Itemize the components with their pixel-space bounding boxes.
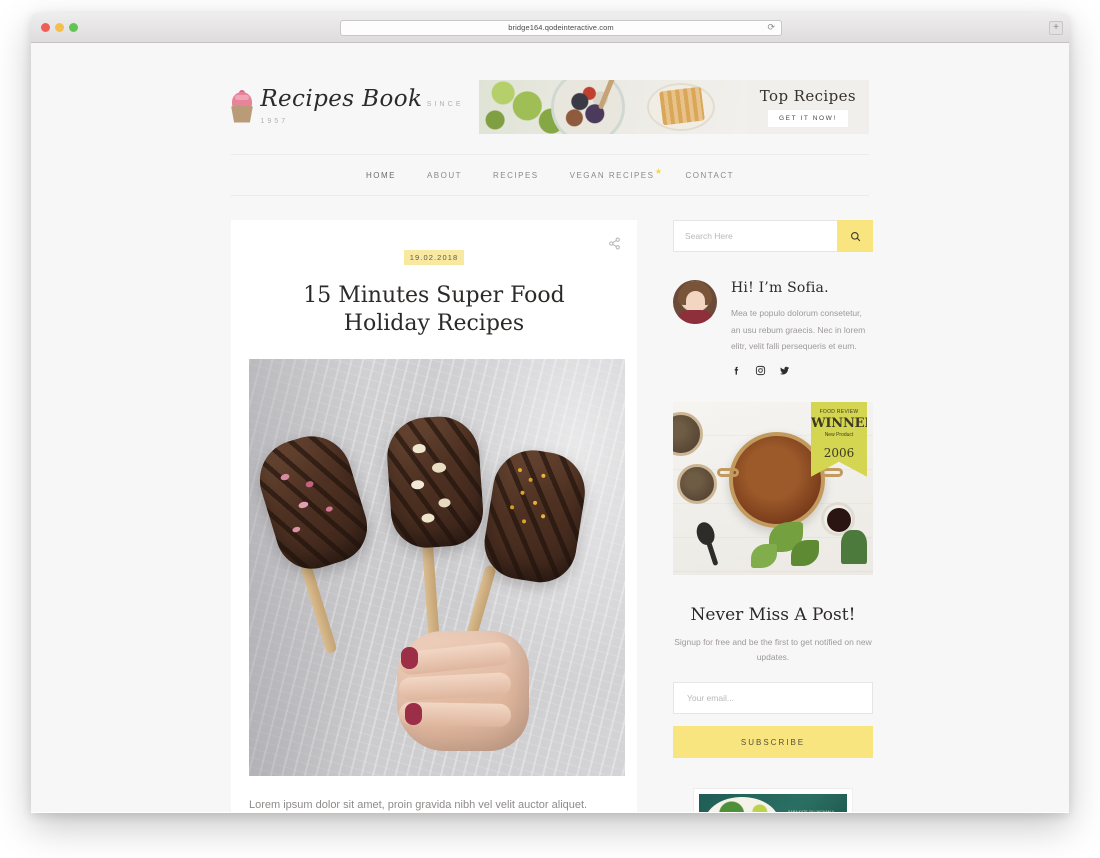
search-icon <box>850 231 860 241</box>
avatar <box>673 280 717 324</box>
newsletter-title: Never Miss A Post! <box>690 604 856 625</box>
award-photo-widget[interactable]: FOOD REVIEW WINNER New Product 2006 <box>673 401 873 575</box>
bottom-ad-widget[interactable]: SARA KATE GILLINGHAM & FAITH DURAND · Ph… <box>693 788 853 812</box>
nav-item-vegan-recipes-label: VEGAN RECIPES <box>569 170 655 180</box>
bottom-ad-photo: SARA KATE GILLINGHAM & FAITH DURAND · Ph… <box>699 794 847 812</box>
maximize-window-button[interactable] <box>69 23 78 32</box>
banner-cta-button[interactable]: GET IT NOW! <box>767 110 848 127</box>
author-name: Hi! I’m Sofia. <box>731 280 829 296</box>
subscribe-button[interactable]: SUBSCRIBE <box>673 726 873 759</box>
search-button[interactable] <box>837 220 873 252</box>
sidebar: Hi! I’m Sofia. Mea te populo dolorum con… <box>673 220 873 812</box>
banner-photo <box>478 80 747 134</box>
cupcake-icon <box>231 89 253 123</box>
author-widget: Hi! I’m Sofia. Mea te populo dolorum con… <box>673 280 873 376</box>
twitter-icon[interactable] <box>779 365 790 376</box>
nav-item-recipes[interactable]: RECIPES <box>493 171 539 180</box>
logo-text: Recipes Book SINCE 1957 <box>260 85 478 127</box>
browser-toolbar: bridge164.qodeinteractive.com ⟳ + <box>31 13 1069 43</box>
navigation-bar: HOME ABOUT RECIPES VEGAN RECIPES ★ CONTA… <box>231 154 869 196</box>
nav-item-about[interactable]: ABOUT <box>427 171 462 180</box>
nav-item-contact[interactable]: CONTACT <box>685 171 734 180</box>
newsletter-widget: Never Miss A Post! Signup for free and b… <box>673 604 873 759</box>
author-social-links <box>731 365 873 376</box>
banner-text: Top Recipes GET IT NOW! <box>746 80 869 134</box>
author-bio: Mea te populo dolorum consetetur, an usu… <box>731 308 866 352</box>
award-line-2: WINNER <box>811 415 873 431</box>
award-line-1: FOOD REVIEW <box>819 408 859 415</box>
nav-item-home[interactable]: HOME <box>366 171 396 180</box>
star-icon: ★ <box>654 166 664 176</box>
post-featured-image[interactable] <box>249 359 625 776</box>
post-card: 19.02.2018 15 Minutes Super Food Holiday… <box>231 220 637 812</box>
newsletter-subtitle: Signup for free and be the first to get … <box>674 636 872 663</box>
post-title[interactable]: 15 Minutes Super Food Holiday Recipes <box>284 282 584 337</box>
close-window-button[interactable] <box>41 23 50 32</box>
site-logo[interactable]: Recipes Book SINCE 1957 <box>231 85 479 127</box>
banner-title: Top Recipes <box>759 87 856 105</box>
top-banner-ad[interactable]: Top Recipes GET IT NOW! <box>478 80 869 134</box>
share-icon[interactable] <box>608 237 621 250</box>
main-nav: HOME ABOUT RECIPES VEGAN RECIPES ★ CONTA… <box>366 167 734 180</box>
logo-title: Recipes Book <box>260 85 423 112</box>
award-line-3: New Product <box>824 431 854 438</box>
post-date-badge[interactable]: 19.02.2018 <box>403 250 465 265</box>
url-text: bridge164.qodeinteractive.com <box>508 23 614 32</box>
reload-icon[interactable]: ⟳ <box>767 23 775 32</box>
search-widget <box>673 220 873 252</box>
ad-book-credit: SARA KATE GILLINGHAM & FAITH DURAND · Ph… <box>788 810 840 812</box>
post-excerpt: Lorem ipsum dolor sit amet, proin gravid… <box>249 799 588 811</box>
facebook-icon[interactable] <box>731 365 742 376</box>
page-viewport: Recipes Book SINCE 1957 Top Recipes GET … <box>31 43 1069 812</box>
window-controls <box>41 23 78 32</box>
award-year: 2006 <box>823 445 855 460</box>
search-input[interactable] <box>673 220 837 252</box>
browser-window: bridge164.qodeinteractive.com ⟳ + Recipe… <box>31 13 1069 813</box>
content-row: 19.02.2018 15 Minutes Super Food Holiday… <box>231 220 873 812</box>
minimize-window-button[interactable] <box>55 23 64 32</box>
site-container: Recipes Book SINCE 1957 Top Recipes GET … <box>231 43 873 812</box>
site-header: Recipes Book SINCE 1957 Top Recipes GET … <box>231 78 869 136</box>
address-bar[interactable]: bridge164.qodeinteractive.com ⟳ <box>340 19 782 36</box>
new-tab-button[interactable]: + <box>1049 20 1063 35</box>
instagram-icon[interactable] <box>755 365 766 376</box>
nav-item-vegan-recipes[interactable]: VEGAN RECIPES ★ <box>569 167 662 180</box>
newsletter-email-input[interactable] <box>673 682 873 715</box>
